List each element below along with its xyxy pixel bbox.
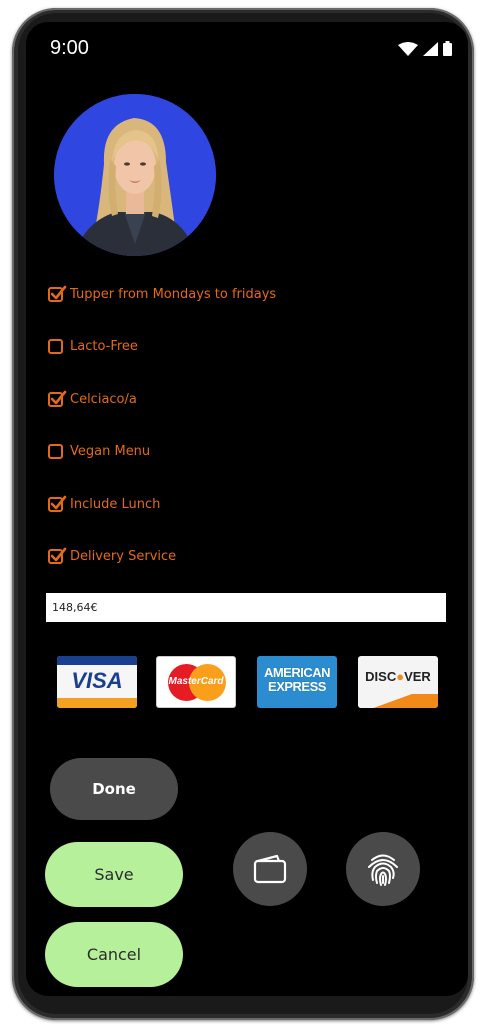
status-icons (398, 41, 452, 56)
check-icon (50, 390, 67, 404)
battery-icon (443, 41, 452, 56)
discover-dot: ● (396, 669, 405, 684)
amex-logo[interactable]: AMERICAN EXPRESS (257, 656, 337, 708)
wifi-icon (398, 42, 418, 56)
option-vegan[interactable]: Vegan Menu (48, 441, 150, 461)
discover-band (358, 694, 438, 708)
option-label: Delivery Service (70, 548, 177, 564)
amex-line-2: EXPRESS (268, 679, 326, 694)
mastercard-text: MasterCard (168, 676, 224, 687)
visa-band-top (57, 656, 137, 665)
checkbox-celiac[interactable] (48, 390, 67, 407)
app-screen: 9:00 Tupper from Mondays to fridays Lact… (26, 22, 468, 996)
amex-text: AMERICAN EXPRESS (257, 666, 337, 694)
discover-text-pre: DISC (365, 669, 397, 684)
checkbox-lacto-free[interactable] (48, 338, 63, 354)
check-icon (50, 285, 67, 299)
wallet-button[interactable] (233, 832, 307, 906)
checkbox-include-lunch[interactable] (48, 495, 67, 512)
check-icon (50, 495, 67, 509)
option-lacto-free[interactable]: Lacto-Free (48, 336, 138, 356)
visa-band-bottom (57, 698, 137, 708)
option-label: Tupper from Mondays to fridays (70, 286, 277, 302)
status-time: 9:00 (50, 37, 89, 59)
check-icon (50, 547, 67, 561)
avatar[interactable] (54, 94, 216, 256)
visa-text: VISA (71, 668, 123, 693)
cancel-button[interactable]: Cancel (45, 922, 183, 987)
checkbox-tupper[interactable] (48, 285, 67, 302)
option-delivery[interactable]: Delivery Service (48, 546, 176, 566)
done-button[interactable]: Done (50, 758, 178, 820)
discover-logo[interactable]: DISC●VER (358, 656, 438, 708)
checkbox-delivery[interactable] (48, 547, 67, 564)
wallet-icon (253, 854, 287, 884)
option-label: Include Lunch (70, 496, 161, 512)
option-label: Vegan Menu (70, 443, 151, 459)
avatar-photo (54, 94, 216, 256)
mastercard-logo[interactable]: MasterCard (156, 656, 236, 708)
option-label: Lacto-Free (70, 338, 138, 354)
visa-card-logo[interactable]: VISA (57, 656, 137, 708)
discover-text-post: VER (404, 669, 431, 684)
option-celiac[interactable]: Celciaco/a (48, 389, 137, 409)
fingerprint-icon (368, 854, 398, 886)
discover-text: DISC●VER (358, 669, 438, 684)
status-bar: 9:00 (26, 22, 468, 72)
save-button[interactable]: Save (45, 842, 183, 907)
price-field[interactable] (46, 593, 446, 622)
option-tupper[interactable]: Tupper from Mondays to fridays (48, 284, 276, 304)
option-include-lunch[interactable]: Include Lunch (48, 494, 160, 514)
fingerprint-button[interactable] (346, 832, 420, 906)
amex-line-1: AMERICAN (263, 665, 331, 680)
checkbox-vegan[interactable] (48, 443, 63, 459)
signal-icon (423, 42, 438, 56)
option-label: Celciaco/a (70, 391, 137, 407)
